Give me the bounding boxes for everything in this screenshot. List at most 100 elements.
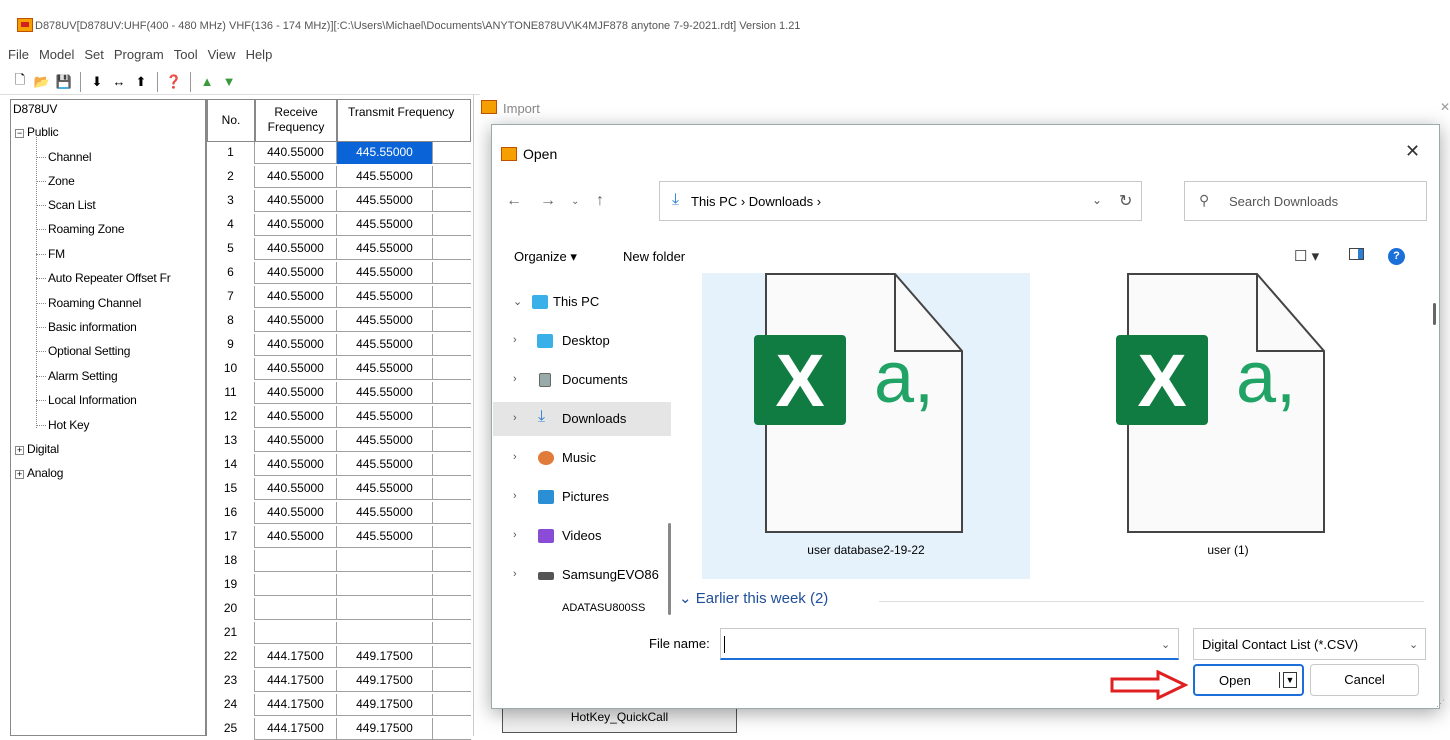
chevron-right-icon[interactable]: › <box>513 529 517 541</box>
menu-model[interactable]: Model <box>34 45 79 67</box>
nav-item-this-pc[interactable]: ⌄ This PC <box>493 285 671 319</box>
table-row[interactable]: 16 440.55000 445.55000 <box>207 502 471 524</box>
cell-transmit-frequency[interactable]: 445.55000 <box>337 334 433 356</box>
new-folder-button[interactable]: New folder <box>623 249 685 264</box>
cell-transmit-frequency[interactable]: 445.55000 <box>337 478 433 500</box>
cell-no[interactable]: 6 <box>207 262 255 284</box>
search-input[interactable]: Search Downloads <box>1229 194 1338 209</box>
arrow-down-icon[interactable]: ▼ <box>219 72 239 92</box>
tree-item-alarm-setting[interactable]: Alarm Setting <box>36 369 118 383</box>
tree-item-scan-list[interactable]: Scan List <box>36 198 96 212</box>
nav-item-downloads[interactable]: › ⤓ Downloads <box>493 402 671 436</box>
table-row[interactable]: 15 440.55000 445.55000 <box>207 478 471 500</box>
cell-no[interactable]: 10 <box>207 358 255 380</box>
column-header-transmit[interactable]: Transmit Frequency <box>337 99 471 142</box>
close-icon[interactable]: ✕ <box>1405 141 1420 162</box>
recent-locations-icon[interactable]: ⌄ <box>571 196 579 207</box>
chevron-right-icon[interactable]: › <box>513 334 517 346</box>
cell-receive-frequency[interactable]: 444.17500 <box>255 670 337 692</box>
table-row[interactable]: 4 440.55000 445.55000 <box>207 214 471 236</box>
chevron-right-icon[interactable]: › <box>513 412 517 424</box>
cell-no[interactable]: 11 <box>207 382 255 404</box>
chevron-down-icon[interactable]: ⌄ <box>513 295 522 308</box>
tree-node-digital[interactable]: + Digital <box>15 442 59 456</box>
nav-item-pictures[interactable]: › Pictures <box>493 480 671 514</box>
cell-receive-frequency[interactable] <box>255 574 337 596</box>
dropdown-arrow-icon[interactable]: ▼ <box>1283 672 1297 688</box>
table-row[interactable]: 19 <box>207 574 471 596</box>
menu-tool[interactable]: Tool <box>169 45 203 67</box>
tree-item-roaming-channel[interactable]: Roaming Channel <box>36 296 141 310</box>
nav-item-desktop[interactable]: › Desktop <box>493 324 671 358</box>
forward-icon[interactable]: → <box>540 192 556 210</box>
table-row[interactable]: 25 444.17500 449.17500 <box>207 718 471 740</box>
preview-pane-icon[interactable] <box>1349 248 1364 260</box>
cell-transmit-frequency[interactable]: 445.55000 <box>337 406 433 428</box>
table-row[interactable]: 23 444.17500 449.17500 <box>207 670 471 692</box>
cell-transmit-frequency[interactable]: 449.17500 <box>337 694 433 716</box>
menu-program[interactable]: Program <box>109 45 169 67</box>
nav-item-videos[interactable]: › Videos <box>493 519 671 553</box>
cell-no[interactable]: 7 <box>207 286 255 308</box>
refresh-icon[interactable]: ↻ <box>1119 191 1132 211</box>
cell-no[interactable]: 24 <box>207 694 255 716</box>
cell-receive-frequency[interactable]: 440.55000 <box>255 526 337 548</box>
cell-receive-frequency[interactable]: 440.55000 <box>255 430 337 452</box>
tree-root[interactable]: D878UV <box>13 102 57 116</box>
table-row[interactable]: 20 <box>207 598 471 620</box>
table-row[interactable]: 2 440.55000 445.55000 <box>207 166 471 188</box>
arrow-up-icon[interactable]: ▲ <box>197 72 217 92</box>
resize-grip-icon[interactable]: ⋰ <box>1436 698 1445 709</box>
file-type-select[interactable]: Digital Contact List (*.CSV) ⌄ <box>1193 628 1426 660</box>
table-row[interactable]: 9 440.55000 445.55000 <box>207 334 471 356</box>
cell-no[interactable]: 23 <box>207 670 255 692</box>
back-icon[interactable]: ← <box>506 192 522 210</box>
breadcrumb[interactable]: This PC › Downloads › <box>691 194 821 209</box>
file-item[interactable]: X a, user (1) <box>1064 273 1392 579</box>
chevron-right-icon[interactable]: › <box>513 373 517 385</box>
cell-transmit-frequency[interactable]: 445.55000 <box>337 238 433 260</box>
cell-transmit-frequency[interactable] <box>337 574 433 596</box>
write-radio-icon[interactable]: ⬆ <box>131 72 151 92</box>
table-row[interactable]: 14 440.55000 445.55000 <box>207 454 471 476</box>
nav-item-music[interactable]: › Music <box>493 441 671 475</box>
table-row[interactable]: 18 <box>207 550 471 572</box>
tree-item-optional-setting[interactable]: Optional Setting <box>36 344 130 358</box>
cell-receive-frequency[interactable]: 440.55000 <box>255 478 337 500</box>
tree-item-channel[interactable]: Channel <box>36 150 92 164</box>
nav-item-adata-drive[interactable]: ADATASU800SS <box>493 597 668 615</box>
cell-receive-frequency[interactable]: 444.17500 <box>255 646 337 668</box>
cell-receive-frequency[interactable] <box>255 622 337 644</box>
chevron-down-icon[interactable]: ⌄ <box>1092 193 1102 207</box>
cell-transmit-frequency[interactable]: 445.55000 <box>337 358 433 380</box>
cell-receive-frequency[interactable]: 444.17500 <box>255 718 337 740</box>
cell-receive-frequency[interactable]: 440.55000 <box>255 238 337 260</box>
tree-item-local-information[interactable]: Local Information <box>36 393 137 407</box>
cell-receive-frequency[interactable]: 440.55000 <box>255 286 337 308</box>
cell-no[interactable]: 15 <box>207 478 255 500</box>
table-row[interactable]: 13 440.55000 445.55000 <box>207 430 471 452</box>
table-row[interactable]: 24 444.17500 449.17500 <box>207 694 471 716</box>
tree-item-fm[interactable]: FM <box>36 247 65 261</box>
cell-transmit-frequency[interactable]: 445.55000 <box>337 502 433 524</box>
chevron-right-icon[interactable]: › <box>513 451 517 463</box>
cell-no[interactable]: 3 <box>207 190 255 212</box>
search-box[interactable]: ⚲ Search Downloads <box>1184 181 1427 221</box>
menu-view[interactable]: View <box>203 45 241 67</box>
cell-no[interactable]: 19 <box>207 574 255 596</box>
cell-receive-frequency[interactable] <box>255 598 337 620</box>
cell-transmit-frequency[interactable]: 445.55000 <box>337 286 433 308</box>
cell-transmit-frequency[interactable]: 445.55000 <box>337 430 433 452</box>
table-row[interactable]: 17 440.55000 445.55000 <box>207 526 471 548</box>
chevron-right-icon[interactable]: › <box>513 490 517 502</box>
cell-transmit-frequency[interactable]: 445.55000 <box>337 454 433 476</box>
chevron-down-icon[interactable]: ⌄ <box>1161 638 1170 651</box>
tree-item-basic-information[interactable]: Basic information <box>36 320 137 334</box>
table-row[interactable]: 3 440.55000 445.55000 <box>207 190 471 212</box>
cell-transmit-frequency[interactable] <box>337 550 433 572</box>
cell-no[interactable]: 17 <box>207 526 255 548</box>
new-file-icon[interactable]: 🗋 <box>10 72 30 92</box>
cell-receive-frequency[interactable] <box>255 550 337 572</box>
tree-item-auto-repeater[interactable]: Auto Repeater Offset Fr <box>36 271 171 285</box>
chevron-down-icon[interactable]: ⌄ <box>1409 638 1418 651</box>
